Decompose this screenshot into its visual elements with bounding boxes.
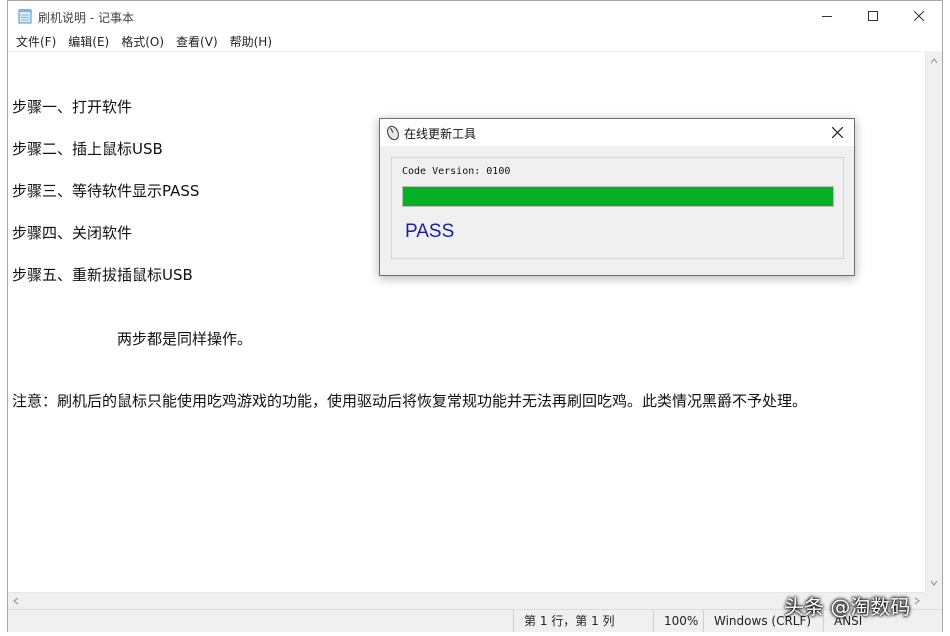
scroll-left-icon[interactable]: [12, 597, 20, 605]
text-line: 步骤三、等待软件显示PASS: [12, 182, 200, 200]
notepad-window: 刷机说明 - 记事本 文件(F) 编辑(E) 格式(O) 查看(V) 帮助(H)…: [7, 0, 943, 632]
title-bar[interactable]: 刷机说明 - 记事本: [8, 1, 942, 31]
scrollbar-corner: [925, 592, 942, 609]
zoom-level: 100%: [653, 610, 703, 632]
text-line: 步骤二、插上鼠标USB: [12, 140, 163, 158]
scroll-up-icon[interactable]: [930, 57, 938, 65]
update-tool-dialog: 在线更新工具 Code Version: 0100 PASS: [379, 118, 855, 276]
notepad-icon: [18, 9, 32, 24]
text-line: 步骤一、打开软件: [12, 98, 133, 116]
scroll-down-icon[interactable]: [930, 579, 938, 587]
menu-file[interactable]: 文件(F): [14, 33, 64, 50]
close-icon: [831, 127, 843, 138]
menu-bar: 文件(F) 编辑(E) 格式(O) 查看(V) 帮助(H): [8, 31, 942, 52]
text-line: 两步都是同样操作。: [117, 330, 253, 348]
menu-view[interactable]: 查看(V): [174, 33, 226, 50]
dialog-close-button[interactable]: [820, 119, 854, 146]
menu-help[interactable]: 帮助(H): [228, 33, 280, 50]
cursor-position: 第 1 行，第 1 列: [513, 610, 653, 632]
text-line: 步骤五、重新拔插鼠标USB: [12, 266, 193, 284]
minimize-button[interactable]: [804, 1, 850, 31]
update-progress-bar: [402, 186, 834, 207]
mouse-icon: [387, 125, 399, 141]
maximize-icon: [868, 11, 878, 21]
minimize-icon: [822, 16, 832, 17]
text-line: 注意：刷机后的鼠标只能使用吃鸡游戏的功能，使用驱动后将恢复常规功能并无法再刷回吃…: [12, 392, 808, 410]
watermark: 头条 @淘数码: [784, 595, 911, 619]
maximize-button[interactable]: [850, 1, 896, 31]
dialog-title: 在线更新工具: [404, 127, 477, 141]
status-group: Code Version: 0100 PASS: [391, 157, 844, 259]
close-button[interactable]: [896, 1, 942, 31]
menu-edit[interactable]: 编辑(E): [66, 33, 117, 50]
menu-format[interactable]: 格式(O): [119, 33, 172, 50]
vertical-scrollbar[interactable]: [925, 52, 942, 592]
scroll-right-icon[interactable]: [913, 597, 921, 605]
code-version-label: Code Version: 0100: [402, 166, 511, 177]
window-title: 刷机说明 - 记事本: [38, 11, 134, 25]
dialog-title-bar[interactable]: 在线更新工具: [380, 119, 854, 146]
text-line: 步骤四、关闭软件: [12, 224, 133, 242]
result-text: PASS: [405, 221, 455, 242]
progress-fill: [403, 187, 833, 206]
close-icon: [914, 11, 924, 21]
